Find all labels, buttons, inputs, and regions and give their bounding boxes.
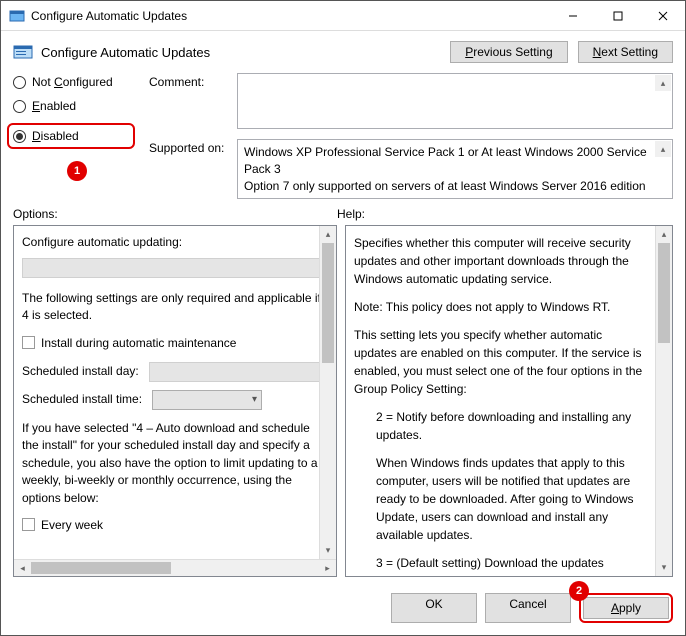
pane-labels: Options: Help: [1, 199, 685, 225]
scroll-up-icon[interactable]: ▴ [656, 226, 672, 243]
scheduled-day-dropdown[interactable] [149, 362, 328, 382]
comment-input[interactable]: ▴ [237, 73, 673, 129]
maximize-button[interactable] [595, 1, 640, 30]
radio-icon [13, 130, 26, 143]
radio-not-configured[interactable]: Not Configured [13, 75, 135, 89]
callout-badge-1: 1 [67, 161, 87, 181]
policy-icon [9, 8, 25, 24]
comment-label: Comment: [149, 73, 229, 129]
policy-header-icon [13, 42, 33, 62]
options-horizontal-scrollbar[interactable]: ◂ ▸ [14, 559, 336, 576]
help-text: 3 = (Default setting) Download the updat… [354, 554, 648, 577]
radio-icon [13, 76, 26, 89]
options-pane: Configure automatic updating: The follow… [13, 225, 337, 577]
dialog-footer: OK Cancel Apply 2 [1, 583, 685, 635]
scroll-up-icon[interactable]: ▴ [655, 75, 671, 91]
scroll-down-icon[interactable]: ▾ [320, 542, 336, 559]
scroll-right-icon[interactable]: ▸ [319, 560, 336, 576]
close-button[interactable] [640, 1, 685, 30]
scroll-down-icon[interactable]: ▾ [656, 559, 672, 576]
dialog-window: Configure Automatic Updates Configure Au… [0, 0, 686, 636]
scroll-up-icon[interactable]: ▴ [655, 141, 671, 157]
configure-updating-label: Configure automatic updating: [22, 234, 328, 251]
scroll-up-icon[interactable]: ▴ [320, 226, 336, 243]
help-label: Help: [337, 207, 365, 221]
options-vertical-scrollbar[interactable]: ▴ ▾ [319, 226, 336, 559]
configure-updating-dropdown[interactable] [22, 258, 328, 278]
help-vertical-scrollbar[interactable]: ▴ ▾ [655, 226, 672, 576]
scroll-thumb[interactable] [658, 243, 670, 343]
scroll-left-icon[interactable]: ◂ [14, 560, 31, 576]
every-week-checkbox[interactable]: Every week [22, 517, 328, 534]
callout-badge-2: 2 [569, 581, 589, 601]
previous-setting-button[interactable]: Previous Setting [450, 41, 567, 63]
supported-on-label: Supported on: [149, 139, 229, 199]
help-pane: Specifies whether this computer will rec… [345, 225, 673, 577]
help-text: 2 = Notify before downloading and instal… [354, 408, 648, 444]
config-area: Not Configured Enabled Disabled Comment:… [1, 67, 685, 199]
radio-icon [13, 100, 26, 113]
help-text: This setting lets you specify whether au… [354, 326, 648, 398]
supported-on-text: Windows XP Professional Service Pack 1 o… [237, 139, 673, 199]
next-setting-button[interactable]: Next Setting [578, 41, 673, 63]
scroll-thumb[interactable] [322, 243, 334, 363]
highlight-disabled: Disabled [7, 123, 135, 149]
radio-enabled[interactable]: Enabled [13, 99, 135, 113]
checkbox-icon [22, 518, 35, 531]
checkbox-icon [22, 336, 35, 349]
scheduled-time-label: Scheduled install time: [22, 391, 142, 408]
scroll-thumb[interactable] [31, 562, 171, 574]
highlight-apply: Apply [579, 593, 673, 623]
window-controls [550, 1, 685, 30]
radio-disabled[interactable]: Disabled [13, 129, 111, 143]
cancel-button[interactable]: Cancel [485, 593, 571, 623]
titlebar: Configure Automatic Updates [1, 1, 685, 31]
apply-button[interactable]: Apply [583, 597, 669, 619]
options-label: Options: [13, 207, 337, 221]
install-maintenance-checkbox[interactable]: Install during automatic maintenance [22, 335, 328, 352]
header-row: Configure Automatic Updates Previous Set… [1, 31, 685, 67]
scheduled-time-dropdown[interactable] [152, 390, 262, 410]
options-required-note: The following settings are only required… [22, 290, 328, 325]
ok-button[interactable]: OK [391, 593, 477, 623]
header-title: Configure Automatic Updates [41, 45, 450, 60]
help-text: When Windows finds updates that apply to… [354, 454, 648, 544]
option4-note: If you have selected "4 – Auto download … [22, 420, 328, 507]
minimize-button[interactable] [550, 1, 595, 30]
help-text: Specifies whether this computer will rec… [354, 234, 648, 288]
help-text: Note: This policy does not apply to Wind… [354, 298, 648, 316]
window-title: Configure Automatic Updates [31, 9, 550, 23]
scheduled-day-label: Scheduled install day: [22, 363, 139, 380]
